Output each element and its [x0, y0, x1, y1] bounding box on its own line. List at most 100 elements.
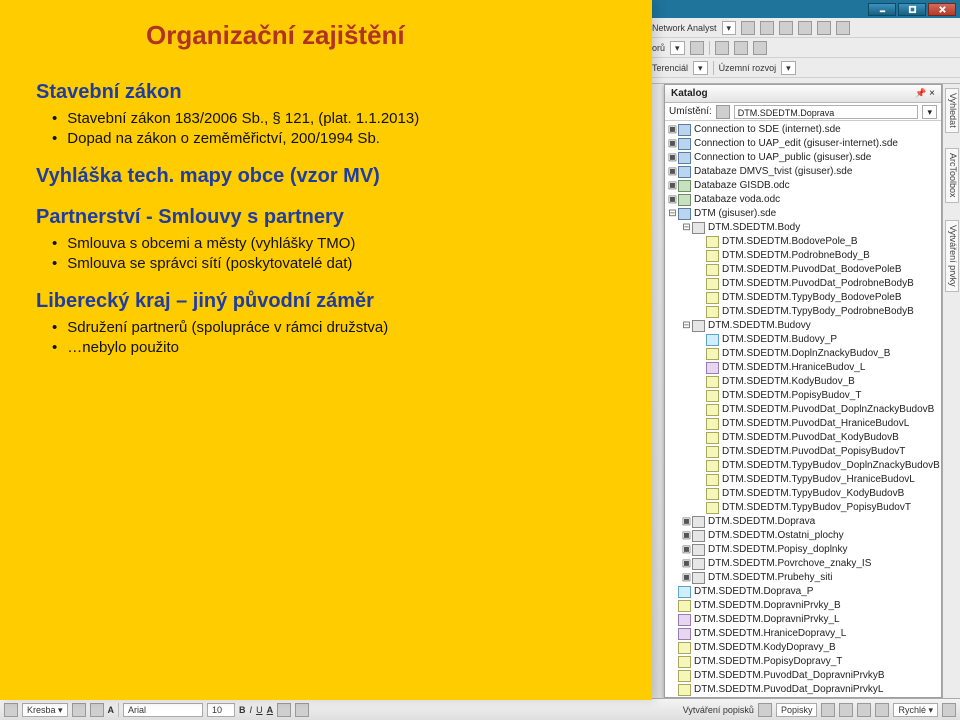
catalog-path-field[interactable]: DTM.SDEDTM.Doprava	[734, 105, 919, 119]
label-tool-icon-2[interactable]	[839, 703, 853, 717]
labeling-icon[interactable]	[758, 703, 772, 717]
tree-twisty-icon[interactable]: ▣	[667, 179, 678, 193]
na-directions-icon[interactable]	[798, 21, 812, 35]
catalog-tree-node[interactable]: ⊟DTM.SDEDTM.Body	[667, 221, 941, 235]
draw-dropdown[interactable]: Kresba ▾	[22, 703, 68, 717]
catalog-tree-node[interactable]: ▣DTM.SDEDTM.Popisy_doplnky	[667, 543, 941, 557]
catalog-tree-node[interactable]: ▣DTM.SDEDTM.Ostatni_plochy	[667, 529, 941, 543]
rect-icon[interactable]	[72, 703, 86, 717]
catalog-tree-node[interactable]: DTM.SDEDTM.BodovePole_B	[667, 235, 941, 249]
catalog-tree-node[interactable]: DTM.SDEDTM.HraniceDopravy_L	[667, 627, 941, 641]
tree-twisty-icon[interactable]: ▣	[681, 529, 692, 543]
tree-twisty-icon[interactable]: ⊟	[667, 207, 678, 221]
catalog-tree-node[interactable]: DTM.SDEDTM.PopisyBudov_T	[667, 389, 941, 403]
catalog-tree-node[interactable]: DTM.SDEDTM.PuvodDat_PopisyBudovT	[667, 445, 941, 459]
catalog-tree-node[interactable]: DTM.SDEDTM.PuvodDat_HraniceBudovL	[667, 417, 941, 431]
catalog-tree-node[interactable]: DTM.SDEDTM.PuvodDat_DoplnZnackyBudovB	[667, 403, 941, 417]
catalog-tree-node[interactable]: DTM.SDEDTM.PodrobneBody_B	[667, 249, 941, 263]
catalog-tree-node[interactable]: DTM.SDEDTM.TypyBudov_KodyBudovB	[667, 487, 941, 501]
network-analyst-dropdown[interactable]: ▾	[722, 21, 737, 35]
catalog-tree-node[interactable]: ▣DTM.SDEDTM.Povrchove_znaky_IS	[667, 557, 941, 571]
catalog-tree-node[interactable]: DTM.SDEDTM.TypyBody_PodrobneBodyB	[667, 305, 941, 319]
toggle-icon[interactable]	[753, 41, 767, 55]
na-flag-icon[interactable]	[741, 21, 755, 35]
catalog-tree-node[interactable]: ▣Connection to UAP_public (gisuser).sde	[667, 151, 941, 165]
tree-twisty-icon[interactable]: ▣	[667, 137, 678, 151]
catalog-tree[interactable]: ▣Connection to SDE (internet).sde▣Connec…	[665, 121, 941, 697]
tree-twisty-icon[interactable]: ▣	[681, 557, 692, 571]
na-stops-icon[interactable]	[779, 21, 793, 35]
catalog-tree-node[interactable]: DTM.SDEDTM.PuvodDat_PodrobneBodyB	[667, 277, 941, 291]
bold-button[interactable]: B	[239, 705, 246, 715]
tree-twisty-icon[interactable]: ▣	[667, 123, 678, 137]
catalog-tree-node[interactable]: DTM.SDEDTM.DoplnZnackyBudov_B	[667, 347, 941, 361]
chart-icon[interactable]	[734, 41, 748, 55]
draw-tool-icon[interactable]	[4, 703, 18, 717]
label-tool-icon-3[interactable]	[857, 703, 871, 717]
catalog-tree-node[interactable]: ▣Databaze voda.odc	[667, 193, 941, 207]
window-close-button[interactable]	[928, 3, 956, 16]
catalog-tree-node[interactable]: DTM.SDEDTM.PuvodDat_DopravniPrvkyB	[667, 669, 941, 683]
font-size-field[interactable]: 10	[207, 703, 235, 717]
tree-twisty-icon[interactable]: ⊟	[681, 319, 692, 333]
format-text-tool-icon[interactable]: A	[108, 705, 115, 715]
catalog-tree-node[interactable]: DTM.SDEDTM.DopravniPrvky_L	[667, 613, 941, 627]
catalog-tree-node[interactable]: DTM.SDEDTM.PuvodDat_BodovePoleB	[667, 263, 941, 277]
tree-twisty-icon[interactable]: ▣	[681, 515, 692, 529]
tree-twisty-icon[interactable]: ▣	[667, 165, 678, 179]
catalog-tree-node[interactable]: DTM.SDEDTM.Doprava_P	[667, 585, 941, 599]
fill-color-icon[interactable]	[277, 703, 291, 717]
labels-button[interactable]: Popisky	[776, 703, 818, 717]
tree-twisty-icon[interactable]: ▣	[681, 571, 692, 585]
tree-twisty-icon[interactable]: ▣	[667, 151, 678, 165]
catalog-tree-node[interactable]: ▣Connection to SDE (internet).sde	[667, 123, 941, 137]
catalog-tree-node[interactable]: DTM.SDEDTM.TypyBody_BodovePoleB	[667, 291, 941, 305]
underline-button[interactable]: U	[256, 705, 263, 715]
label-tool-icon-4[interactable]	[875, 703, 889, 717]
font-color-button[interactable]: A	[267, 705, 274, 715]
na-window-icon[interactable]	[817, 21, 831, 35]
catalog-tree-node[interactable]: DTM.SDEDTM.TypyBudov_HraniceBudovL	[667, 473, 941, 487]
catalog-tree-node[interactable]: ▣DTM.SDEDTM.Doprava	[667, 515, 941, 529]
catalog-tree-node[interactable]: DTM.SDEDTM.PuvodDat_DopravniPrvkyL	[667, 683, 941, 697]
catalog-tree-node[interactable]: ▣Connection to UAP_edit (gisuser-interne…	[667, 137, 941, 151]
ellipse-icon[interactable]	[90, 703, 104, 717]
catalog-tree-node[interactable]: DTM.SDEDTM.Budovy_P	[667, 333, 941, 347]
label-tool-icon-1[interactable]	[821, 703, 835, 717]
line-color-icon[interactable]	[295, 703, 309, 717]
catalog-tree-node[interactable]: ▣Databaze GISDB.odc	[667, 179, 941, 193]
window-maximize-button[interactable]	[898, 3, 926, 16]
catalog-tree-node[interactable]: ⊟DTM.SDEDTM.Budovy	[667, 319, 941, 333]
quick-dropdown[interactable]: Rychlé ▾	[893, 703, 938, 717]
catalog-tree-node[interactable]: DTM.SDEDTM.KodyDopravy_B	[667, 641, 941, 655]
catalog-tree-node[interactable]: ▣DTM.SDEDTM.Prubehy_siti	[667, 571, 941, 585]
catalog-pin-icon[interactable]: 📌	[915, 88, 926, 98]
catalog-tree-node[interactable]: DTM.SDEDTM.KodyBudov_B	[667, 375, 941, 389]
uzemni-rozvoj-label[interactable]: Územní rozvoj	[719, 63, 777, 73]
na-route-icon[interactable]	[760, 21, 774, 35]
side-tab-toolbox[interactable]: ArcToolbox	[945, 148, 959, 203]
catalog-tree-node[interactable]: DTM.SDEDTM.DopravniPrvky_B	[667, 599, 941, 613]
catalog-tree-node[interactable]: ▣Databaze DMVS_tvist (gisuser).sde	[667, 165, 941, 179]
catalog-tree-node[interactable]: DTM.SDEDTM.PopisyDopravy_T	[667, 655, 941, 669]
side-tab-search[interactable]: Vyhledat	[945, 88, 959, 133]
side-tab-create-features[interactable]: Vytváření prvky	[945, 220, 959, 292]
catalog-path-dropdown[interactable]: ▾	[922, 105, 937, 119]
catalog-tree-node[interactable]: DTM.SDEDTM.PuvodDat_KodyBudovB	[667, 431, 941, 445]
catalog-tree-node[interactable]: DTM.SDEDTM.TypyBudov_DoplnZnackyBudovB	[667, 459, 941, 473]
catalog-tree-node[interactable]: ⊟DTM (gisuser).sde	[667, 207, 941, 221]
cursor-icon[interactable]	[690, 41, 704, 55]
catalog-close-button[interactable]: ×	[929, 88, 935, 99]
tree-twisty-icon[interactable]: ▣	[667, 193, 678, 207]
na-help-icon[interactable]	[836, 21, 850, 35]
catalog-tree-node[interactable]: DTM.SDEDTM.HraniceBudov_L	[667, 361, 941, 375]
window-minimize-button[interactable]	[868, 3, 896, 16]
italic-button[interactable]: I	[250, 705, 253, 715]
tree-twisty-icon[interactable]: ⊟	[681, 221, 692, 235]
catalog-tree-node[interactable]: DTM.SDEDTM.TypyBudov_PopisyBudovT	[667, 501, 941, 515]
label-tool-icon-5[interactable]	[942, 703, 956, 717]
statusbar: Kresba ▾ A Arial 10 B I U A Vytváření po…	[0, 698, 960, 720]
pan-icon[interactable]	[715, 41, 729, 55]
tree-twisty-icon[interactable]: ▣	[681, 543, 692, 557]
font-name-field[interactable]: Arial	[123, 703, 203, 717]
